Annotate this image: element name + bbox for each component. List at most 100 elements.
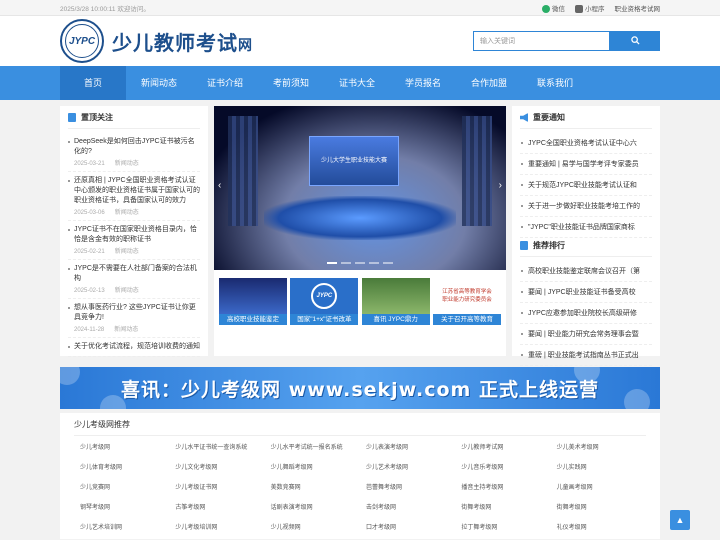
search-icon [630, 35, 640, 45]
search-input[interactable] [473, 31, 610, 51]
nav-item[interactable]: 证书介绍 [192, 66, 258, 100]
carousel-dot[interactable] [369, 262, 379, 264]
news-meta: 2025-02-21 新闻动态 [68, 246, 200, 255]
search-box [473, 31, 660, 51]
recommend-link[interactable]: 少儿文化考级网 [169, 462, 264, 471]
rank-item[interactable]: 高校职业技能鉴定联席会议召开（第 [520, 261, 652, 282]
news-category: 新闻动态 [114, 161, 139, 167]
carousel[interactable]: 少儿大学生职业技能大赛 ‹ › [214, 106, 506, 270]
news-item[interactable]: 还原真相 | JYPC全国职业资格考试认证中心颁发的职业资格证书属于国家认可的职… [68, 172, 200, 221]
carousel-prev-icon[interactable]: ‹ [218, 180, 221, 191]
news-meta: 2025-03-06 新闻动态 [68, 207, 200, 216]
recommend-link[interactable]: 少儿考级证书网 [169, 482, 264, 491]
recommend-link[interactable]: 芭蕾舞考级网 [360, 482, 455, 491]
notice-item[interactable]: JYPC全国职业资格考试认证中心六 [520, 133, 652, 154]
recommend-link[interactable]: 少儿教师考试网 [455, 442, 550, 451]
recommend-link[interactable]: 钢琴考级网 [74, 502, 169, 511]
rank-list: 高校职业技能鉴定联席会议召开（第 要闻 | JYPC职业技能证书备受高校 JYPC应… [520, 261, 652, 366]
news-title[interactable]: JYPC证书不在国家职业资格目录内，恰恰是含金有效的职称证书 [68, 225, 200, 245]
rank-item[interactable]: 重磅 | 职业技能考试指南丛书正式出 [520, 345, 652, 366]
miniprogram-link[interactable]: 小程序 [575, 3, 605, 14]
recommend-link[interactable]: 少儿水平证书统一查询系统 [169, 442, 264, 451]
recommend-link[interactable]: 礼仪考级网 [551, 522, 646, 531]
news-item[interactable]: 想从事医药行业? 这些JYPC证书让你更具竞争力! 2024-11-28 新闻动态 [68, 299, 200, 338]
news-item[interactable]: DeepSeek是如何回击JYPC证书被污名化的? 2025-03-21 新闻动态 [68, 133, 200, 172]
carousel-dots [214, 262, 506, 264]
nav-item[interactable]: 合作加盟 [456, 66, 522, 100]
recommend-link[interactable]: 街舞考级网 [551, 502, 646, 511]
nav-item[interactable]: 首页 [60, 66, 126, 100]
site-logo[interactable]: JYPC 少儿教师考试网 [60, 19, 253, 63]
nav-item[interactable]: 证书大全 [324, 66, 390, 100]
rank-item[interactable]: JYPC应邀参加职业院校长高级研修 [520, 303, 652, 324]
launch-banner[interactable]: 喜讯：少儿考级网 www.sekjw.com 正式上线运营 [60, 367, 660, 409]
carousel-dot[interactable] [383, 262, 393, 264]
news-date: 2025-03-21 [74, 161, 105, 167]
recommend-link[interactable]: 少儿视频网 [265, 522, 360, 531]
pinned-news-list: DeepSeek是如何回击JYPC证书被污名化的? 2025-03-21 新闻动态还… [68, 133, 200, 357]
recommend-link[interactable]: 少儿美术考级网 [551, 442, 646, 451]
recommend-link[interactable]: 街舞考级网 [455, 502, 550, 511]
nav-item[interactable]: 新闻动态 [126, 66, 192, 100]
recommend-link[interactable]: 话剧表演考级网 [265, 502, 360, 511]
news-item[interactable]: JYPC证书不在国家职业资格目录内，恰恰是含金有效的职称证书 2025-02-21… [68, 221, 200, 260]
news-date: 2024-11-28 [74, 327, 105, 333]
notice-item[interactable]: 关于进一步做好职业技能考培工作的 [520, 196, 652, 217]
recommend-link[interactable]: 口才考级网 [360, 522, 455, 531]
back-to-top-button[interactable]: ▲ [670, 510, 690, 530]
thumb-item[interactable]: 江苏省高等教育学会 职业能力研究委员会 关于召开高等教育 [432, 278, 501, 325]
recommend-link[interactable]: 拉丁舞考级网 [455, 522, 550, 531]
recommend-link[interactable]: 少儿音乐考级网 [455, 462, 550, 471]
thumb-item[interactable]: JYPC 国家"1+x"证书改革 [290, 278, 359, 325]
carousel-dot[interactable] [341, 262, 351, 264]
recommend-link[interactable]: 少儿水平考试统一报名系统 [265, 442, 360, 451]
search-button[interactable] [610, 31, 660, 51]
recommend-link[interactable]: 少儿实践网 [551, 462, 646, 471]
news-meta: 2025-03-21 新闻动态 [68, 158, 200, 167]
recommend-link[interactable]: 少儿竞赛网 [74, 482, 169, 491]
datetime-welcome: 2025/3/28 10:00:11 欢迎访问。 [60, 6, 150, 13]
wechat-link[interactable]: 微信 [542, 3, 565, 14]
news-item[interactable]: 关于优化考试流程，规范培训收费的通知 [68, 338, 200, 357]
notice-item[interactable]: "JYPC"职业技能证书品牌国家商标 [520, 217, 652, 238]
nav-item[interactable]: 学员报名 [390, 66, 456, 100]
news-title[interactable]: 还原真相 | JYPC全国职业资格考试认证中心颁发的职业资格证书属于国家认可的职… [68, 176, 200, 206]
top-bar: 2025/3/28 10:00:11 欢迎访问。 微信 小程序 职业资格考试网 [0, 0, 720, 16]
recommend-link[interactable]: 少儿艺术培训网 [74, 522, 169, 531]
news-category: 新闻动态 [114, 288, 139, 294]
news-title[interactable]: DeepSeek是如何回击JYPC证书被污名化的? [68, 137, 200, 157]
notice-item[interactable]: 关于规范JYPC职业技能考试认证和 [520, 175, 652, 196]
arrow-up-icon: ▲ [675, 515, 685, 525]
nav-item[interactable]: 联系我们 [522, 66, 588, 100]
recommend-link[interactable]: 少儿表演考级网 [360, 442, 455, 451]
rank-item[interactable]: 要闻 | JYPC职业技能证书备受高校 [520, 282, 652, 303]
news-item[interactable]: JYPC是不需要在人社部门备案的合法机构 2025-02-13 新闻动态 [68, 260, 200, 299]
rank-item[interactable]: 要闻 | 职业能力研究会常务理事会暨 [520, 324, 652, 345]
stage-screen: 少儿大学生职业技能大赛 [309, 136, 399, 186]
recommend-link[interactable]: 击剑考级网 [360, 502, 455, 511]
notice-item[interactable]: 重要通知 | 易学与国学考评专家委员 [520, 154, 652, 175]
news-title[interactable]: 关于优化考试流程，规范培训收费的通知 [68, 342, 200, 352]
carousel-next-icon[interactable]: › [499, 180, 502, 191]
recommend-link[interactable]: 少儿考级培训网 [169, 522, 264, 531]
recommend-link[interactable]: 美数竞赛网 [265, 482, 360, 491]
recommend-link[interactable]: 少儿艺术考级网 [360, 462, 455, 471]
ranking-icon [520, 241, 528, 250]
thumb-item[interactable]: 喜讯 JYPC鼎力 [361, 278, 430, 325]
recommend-link[interactable]: 少儿舞蹈考级网 [265, 462, 360, 471]
thumb-item[interactable]: 高校职业技能鉴定 [219, 278, 287, 325]
news-title[interactable]: JYPC是不需要在人社部门备案的合法机构 [68, 264, 200, 284]
recommend-link[interactable]: 古筝考级网 [169, 502, 264, 511]
nav-item[interactable]: 考前须知 [258, 66, 324, 100]
carousel-dot[interactable] [355, 262, 365, 264]
carousel-dot[interactable] [327, 262, 337, 264]
center-column: 少儿大学生职业技能大赛 ‹ › 高校职业技能鉴定 JYPC 国家"1+x"证书改革… [214, 106, 506, 356]
recommend-link[interactable]: 少儿体育考级网 [74, 462, 169, 471]
recommend-link[interactable]: 儿童画考级网 [551, 482, 646, 491]
recommend-link[interactable]: 少儿考级网 [74, 442, 169, 451]
news-title[interactable]: 想从事医药行业? 这些JYPC证书让你更具竞争力! [68, 303, 200, 323]
news-category: 新闻动态 [114, 249, 139, 255]
cert-site-link[interactable]: 职业资格考试网 [615, 3, 661, 13]
news-category: 新闻动态 [114, 327, 139, 333]
recommend-link[interactable]: 播音主持考级网 [455, 482, 550, 491]
